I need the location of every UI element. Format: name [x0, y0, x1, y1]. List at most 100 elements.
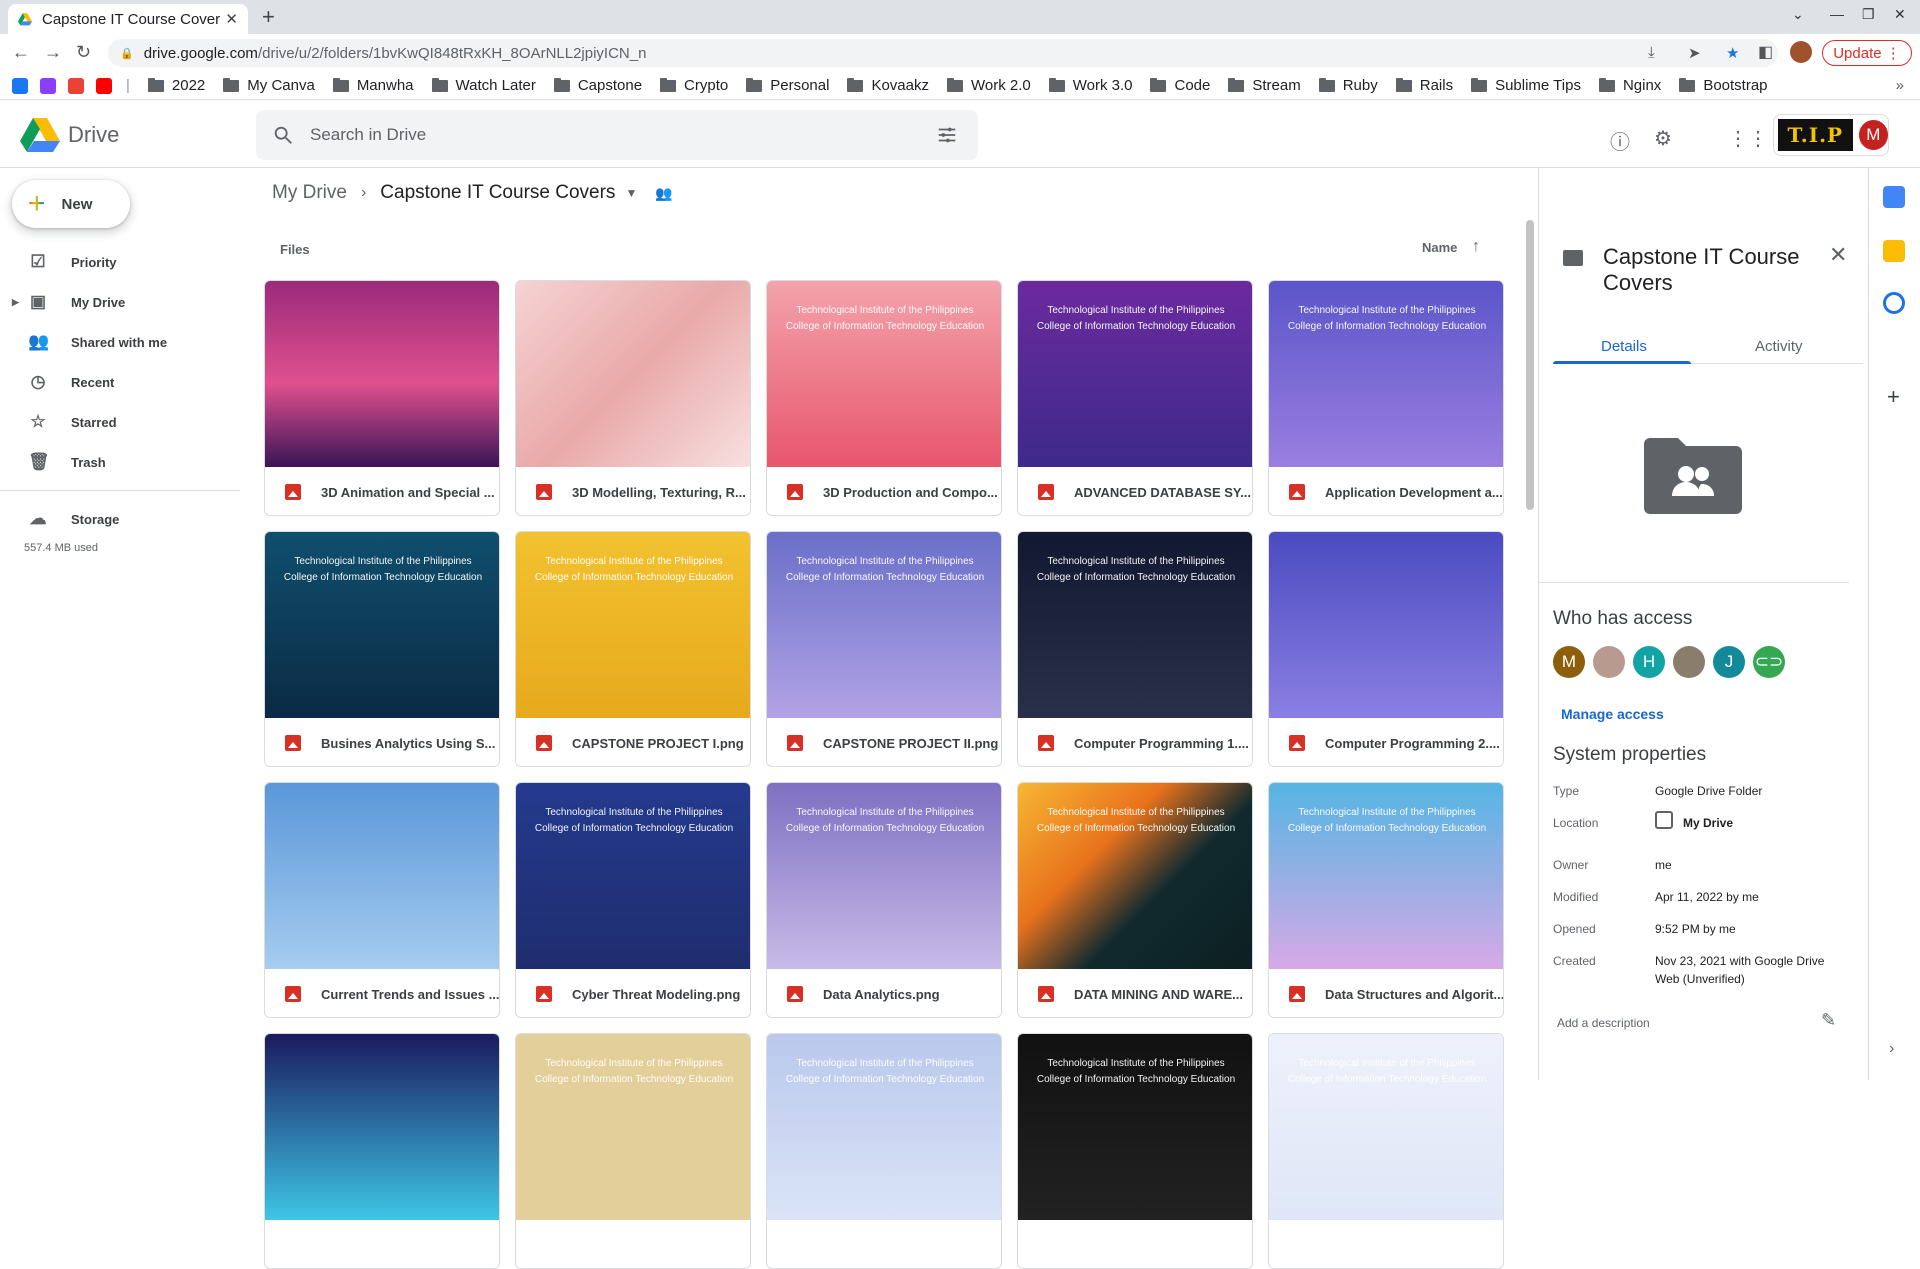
- keep-icon[interactable]: [1883, 240, 1905, 262]
- tab-activity[interactable]: Activity: [1755, 338, 1803, 355]
- side-panel-icon[interactable]: ◧: [1758, 42, 1773, 62]
- forward-icon[interactable]: →: [44, 42, 62, 63]
- manage-access-link[interactable]: Manage access: [1561, 706, 1664, 722]
- access-avatar[interactable]: J: [1713, 646, 1745, 678]
- update-button[interactable]: Update ⋮: [1822, 40, 1912, 66]
- edit-pencil-icon[interactable]: ✎: [1821, 1010, 1836, 1031]
- sidebar-item-trash[interactable]: 🗑 Trash: [0, 446, 240, 478]
- add-description-field[interactable]: Add a description: [1557, 1016, 1650, 1030]
- tab-search-icon[interactable]: ⌄: [1792, 6, 1804, 23]
- tasks-icon[interactable]: [1883, 292, 1905, 314]
- file-card[interactable]: Technological Institute of the Philippin…: [766, 1033, 1002, 1269]
- back-icon[interactable]: ←: [12, 42, 30, 63]
- tab-details[interactable]: Details: [1601, 338, 1647, 355]
- chevron-down-icon[interactable]: ▼: [625, 186, 637, 200]
- access-avatar-photo[interactable]: [1593, 646, 1625, 678]
- file-card[interactable]: Technological Institute of the Philippin…: [1017, 1033, 1253, 1269]
- file-card[interactable]: [264, 1033, 500, 1269]
- file-card[interactable]: 3D Animation and Special ...: [264, 280, 500, 516]
- bookmark-folder[interactable]: Rails: [1395, 77, 1453, 94]
- file-card[interactable]: Technological Institute of the Philippin…: [515, 782, 751, 1018]
- search-options-icon[interactable]: [936, 124, 958, 146]
- account-switcher[interactable]: T.I.P M: [1773, 114, 1889, 156]
- file-card[interactable]: Technological Institute of the Philippin…: [515, 1033, 751, 1269]
- calendar-icon[interactable]: [1883, 186, 1905, 208]
- apps-grid-icon[interactable]: ⋮⋮: [1728, 126, 1768, 151]
- profile-avatar[interactable]: [1790, 41, 1812, 63]
- install-icon[interactable]: ⤓: [1648, 44, 1655, 61]
- expand-arrow-icon[interactable]: ▶: [12, 297, 19, 308]
- file-card[interactable]: Technological Institute of the Philippin…: [1268, 1033, 1504, 1269]
- bookmark-folder[interactable]: Bootstrap: [1679, 77, 1768, 94]
- restore-icon[interactable]: ❐: [1862, 6, 1875, 23]
- file-card[interactable]: Technological Institute of the Philippin…: [1268, 782, 1504, 1018]
- file-card[interactable]: Technological Institute of the Philippin…: [264, 531, 500, 767]
- file-card[interactable]: Current Trends and Issues ...: [264, 782, 500, 1018]
- access-avatar-photo[interactable]: [1673, 646, 1705, 678]
- bookmark-folder[interactable]: Sublime Tips: [1471, 77, 1581, 94]
- file-card[interactable]: Technological Institute of the Philippin…: [766, 531, 1002, 767]
- access-avatar[interactable]: M: [1553, 646, 1585, 678]
- access-avatar[interactable]: H: [1633, 646, 1665, 678]
- sidebar-item-recent[interactable]: ◷ Recent: [0, 366, 240, 398]
- add-addon-icon[interactable]: +: [1887, 384, 1900, 410]
- gmail-icon[interactable]: [68, 77, 84, 94]
- more-bookmarks-icon[interactable]: »: [1896, 77, 1904, 94]
- app-title[interactable]: Drive: [68, 122, 119, 148]
- file-card[interactable]: Technological Institute of the Philippin…: [1017, 782, 1253, 1018]
- youtube-icon[interactable]: [96, 77, 112, 94]
- bookmark-folder[interactable]: Capstone: [553, 77, 642, 94]
- messenger-icon[interactable]: [40, 77, 56, 94]
- reload-icon[interactable]: ↻: [76, 42, 91, 63]
- close-tab-icon[interactable]: ✕: [225, 10, 238, 28]
- settings-gear-icon[interactable]: ⚙: [1654, 126, 1672, 151]
- sort-direction-arrow-icon[interactable]: ↑: [1472, 238, 1480, 256]
- bookmark-folder[interactable]: Manwha: [332, 77, 414, 94]
- search-icon[interactable]: [272, 124, 294, 146]
- search-input[interactable]: Search in Drive: [310, 125, 426, 145]
- new-tab-icon[interactable]: +: [262, 4, 275, 30]
- facebook-icon[interactable]: [12, 77, 28, 94]
- drive-logo-icon[interactable]: [20, 118, 60, 152]
- close-window-icon[interactable]: ✕: [1894, 6, 1906, 23]
- file-card[interactable]: Computer Programming 2....: [1268, 531, 1504, 767]
- sidebar-item-priority[interactable]: ☑ Priority: [0, 246, 240, 278]
- bookmark-folder[interactable]: Code: [1150, 77, 1210, 94]
- file-card[interactable]: Technological Institute of the Philippin…: [1017, 531, 1253, 767]
- sidebar-item-shared-with-me[interactable]: 👥 Shared with me: [0, 326, 240, 358]
- bookmark-folder[interactable]: Kovaakz: [847, 77, 929, 94]
- file-card[interactable]: Technological Institute of the Philippin…: [515, 531, 751, 767]
- breadcrumb-current-folder[interactable]: Capstone IT Course Covers: [380, 182, 615, 204]
- file-card[interactable]: Technological Institute of the Philippin…: [1268, 280, 1504, 516]
- bookmark-folder[interactable]: Personal: [746, 77, 829, 94]
- scrollbar[interactable]: [1526, 220, 1534, 510]
- file-card[interactable]: Technological Institute of the Philippin…: [766, 782, 1002, 1018]
- address-bar[interactable]: 🔒 drive.google.com/drive/u/2/folders/1bv…: [108, 39, 1778, 67]
- file-card[interactable]: Technological Institute of the Philippin…: [766, 280, 1002, 516]
- expand-panel-icon[interactable]: ›: [1889, 1040, 1894, 1058]
- sidebar-item-starred[interactable]: ☆ Starred: [0, 406, 240, 438]
- bookmark-star-icon[interactable]: ★: [1726, 44, 1739, 62]
- bookmark-folder[interactable]: Work 2.0: [946, 77, 1031, 94]
- file-card[interactable]: Technological Institute of the Philippin…: [1017, 280, 1253, 516]
- sidebar-item-my-drive[interactable]: ▶ ▣ My Drive: [0, 286, 240, 318]
- bookmark-folder[interactable]: Work 3.0: [1048, 77, 1132, 94]
- browser-tab[interactable]: Capstone IT Course Cover ✕: [8, 4, 248, 34]
- link-share-icon[interactable]: ⊂⊃: [1753, 646, 1785, 678]
- help-icon[interactable]: ⓘ: [1610, 126, 1630, 155]
- close-icon[interactable]: ✕: [1829, 242, 1847, 268]
- minimize-icon[interactable]: —: [1830, 6, 1844, 22]
- bookmark-folder[interactable]: Ruby: [1318, 77, 1378, 94]
- bookmark-folder[interactable]: Watch Later: [431, 77, 536, 94]
- breadcrumb-my-drive[interactable]: My Drive: [272, 182, 347, 204]
- prop-location-value[interactable]: My Drive: [1683, 814, 1873, 832]
- bookmark-folder[interactable]: My Canva: [223, 77, 315, 94]
- new-button[interactable]: + New: [12, 180, 130, 228]
- bookmark-folder[interactable]: Crypto: [660, 77, 728, 94]
- sidebar-item-storage[interactable]: ☁ Storage: [0, 503, 240, 535]
- send-icon[interactable]: ➤: [1688, 44, 1701, 62]
- search-bar[interactable]: Search in Drive: [256, 110, 978, 160]
- bookmark-folder[interactable]: 2022: [147, 77, 205, 94]
- bookmark-folder[interactable]: Nginx: [1598, 77, 1661, 94]
- file-card[interactable]: 3D Modelling, Texturing, R...: [515, 280, 751, 516]
